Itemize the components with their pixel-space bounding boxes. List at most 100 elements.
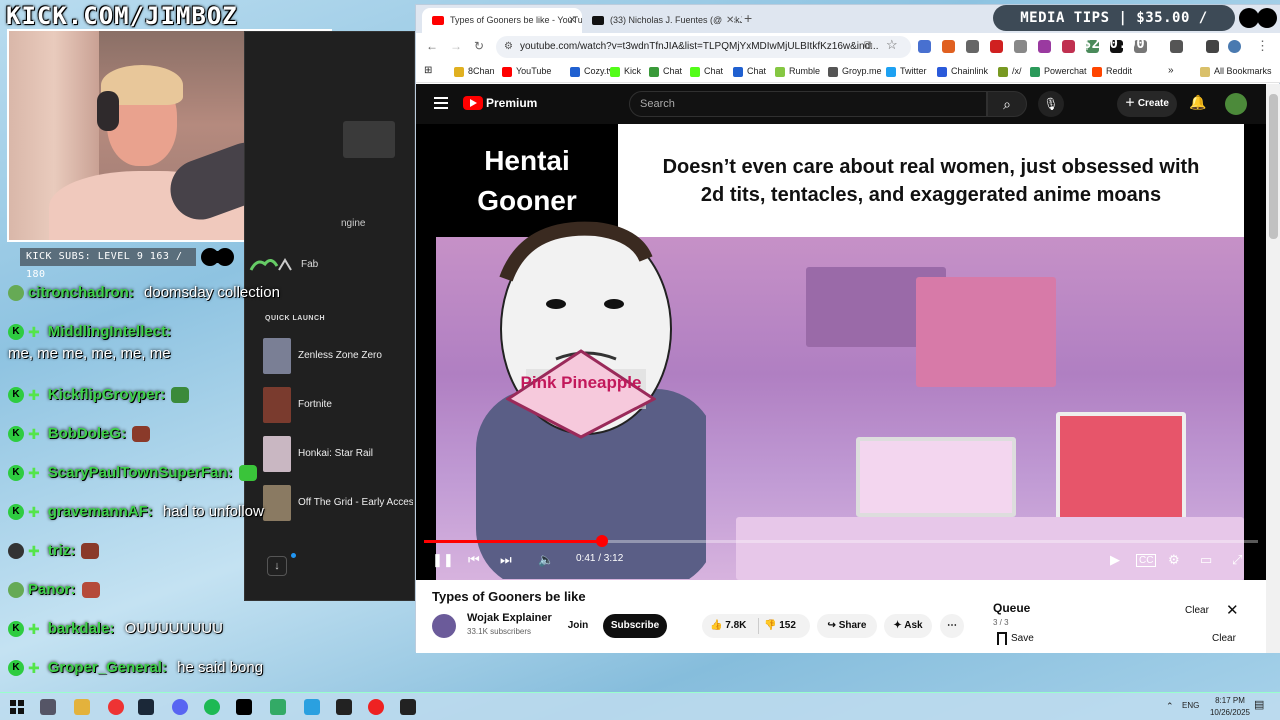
tray-chevron-icon[interactable]: ⌃ [1166,701,1174,712]
chat-username[interactable]: Groper_General: [48,659,167,676]
steam-icon[interactable] [138,699,154,715]
previous-icon[interactable]: ⏮ [468,552,480,568]
pause-icon[interactable]: ❚❚ [432,552,454,568]
bookmark-star-icon[interactable]: ☆ [886,37,898,53]
bookmark-item[interactable]: Chat [649,66,682,77]
scrollbar-thumb[interactable] [1269,94,1278,239]
volume-icon[interactable]: 🔈 [538,552,554,568]
bookmark-item[interactable]: Kick [610,66,641,77]
bookmark-item[interactable]: 8Chan [454,66,495,77]
chat-username[interactable]: MiddlingIntellect: [48,323,171,340]
bookmark-item[interactable]: Powerchat [1030,66,1087,77]
queue-save-button[interactable]: Save [1011,633,1034,644]
close-icon[interactable]: ✕ [1226,601,1239,619]
notifications-bell-icon[interactable]: 🔔 [1189,94,1206,111]
bookmark-item[interactable]: Reddit [1092,66,1132,77]
like-button[interactable]: 👍 7.8K [710,614,746,638]
all-bookmarks[interactable]: All Bookmarks [1200,66,1272,77]
more-bookmarks-icon[interactable]: » [1168,65,1174,76]
settings-gear-icon[interactable]: ⚙ [1168,552,1180,568]
video-player[interactable]: Hentai Gooner Doesn’t even care about re… [416,124,1266,580]
dislike-button[interactable]: 👎 152 [764,614,796,638]
captions-icon[interactable]: CC [1136,554,1157,567]
quick-launch-game[interactable]: Off The Grid - Early Access [263,485,413,521]
extension-icon[interactable] [942,40,955,53]
forward-icon[interactable]: → [450,39,462,53]
chat-username[interactable]: KickflipGroyper: [48,386,166,403]
playlist-icon[interactable] [1206,40,1219,53]
close-tab-icon[interactable]: ✕ [722,8,735,33]
queue-clear-secondary[interactable]: Clear [1212,633,1236,644]
chat-username[interactable]: ScaryPaulTownSuperFan: [48,464,233,481]
start-item-partial[interactable]: ngine [341,218,365,229]
bookmark-item[interactable]: Cozy.tv [570,66,613,77]
voice-search-icon[interactable]: 🎙 [1038,91,1064,117]
progress-bar[interactable] [424,535,1258,547]
join-button[interactable]: Join [560,614,596,638]
hamburger-menu-icon[interactable] [434,97,448,109]
bookmark-item[interactable]: YouTube [502,66,551,77]
telegram-icon[interactable] [304,699,320,715]
back-icon[interactable]: ← [426,39,438,53]
extension-icon[interactable] [966,40,979,53]
create-button[interactable]: ＋ Create [1117,91,1177,117]
bookmark-item[interactable]: Chat [690,66,723,77]
extension-icon[interactable] [1038,40,1051,53]
app-icon[interactable] [236,699,252,715]
windows-start-icon[interactable] [9,699,25,715]
share-button[interactable]: ↪ Share [817,614,877,638]
bookmark-item[interactable]: Twitter [886,66,927,77]
new-tab-icon[interactable]: + [744,10,752,26]
menu-kebab-icon[interactable]: ⋮ [1256,38,1269,54]
youtube-logo-icon[interactable] [463,96,483,110]
extension-icon[interactable] [918,40,931,53]
clock-time[interactable]: 8:17 PM [1210,696,1250,705]
scrollbar[interactable] [1266,84,1280,653]
search-icon[interactable]: ⌕ [987,91,1027,117]
sidebar-icon[interactable] [1170,40,1183,53]
close-tab-icon[interactable]: ✕ [568,8,576,33]
task-view-icon[interactable] [40,699,56,715]
tab-twitter[interactable]: (33) Nicholas J. Fuentes (@NickJFuentes)… [582,8,742,33]
channel-name[interactable]: Wojak Explainer [467,612,552,624]
start-item-fab[interactable]: Fab [301,259,318,270]
bookmark-item[interactable]: Rumble [775,66,820,77]
app-icon[interactable] [270,699,286,715]
fullscreen-icon[interactable]: ⤢ [1232,552,1242,568]
channel-avatar[interactable] [432,614,456,638]
address-bar[interactable]: ⚙ youtube.com/watch?v=t3wdnTfnJIA&list=T… [496,36,911,58]
app-icon[interactable] [336,699,352,715]
ask-button[interactable]: ✦ Ask [884,614,932,638]
theater-mode-icon[interactable]: ▭ [1200,552,1212,568]
download-icon[interactable]: ↓ [267,556,287,576]
bookmark-item[interactable]: /x/ [998,66,1022,77]
subscribe-button[interactable]: Subscribe [603,614,667,638]
chat-username[interactable]: gravemannAF: [48,503,153,520]
avatar[interactable] [1225,93,1247,115]
quick-launch-game[interactable]: Honkai: Star Rail [263,436,413,472]
chat-username[interactable]: barkdale: [48,620,115,637]
chat-username[interactable]: triz: [48,542,76,559]
chat-username[interactable]: BobDoleG: [48,425,126,442]
next-icon[interactable]: ⏭ [500,552,512,568]
start-search-box[interactable] [343,121,395,158]
site-info-icon[interactable]: ⚙ [504,36,513,58]
epic-games-icon[interactable] [400,699,416,715]
app-icon[interactable] [368,699,384,715]
quick-launch-game[interactable]: Fortnite [263,387,413,423]
apps-grid-icon[interactable]: ⊞ [424,65,432,76]
bookmark-item[interactable]: Chat [733,66,766,77]
scrubber-handle[interactable] [596,535,609,547]
file-explorer-icon[interactable] [74,699,90,715]
extension-icon[interactable] [1014,40,1027,53]
extension-icon[interactable] [990,40,1003,53]
profile-avatar[interactable] [1228,40,1241,53]
spotify-icon[interactable] [204,699,220,715]
chat-username[interactable]: citronchadron: [28,284,134,301]
notifications-icon[interactable]: ▤ [1254,698,1264,711]
autoplay-icon[interactable]: ▶ [1110,552,1120,568]
quick-launch-game[interactable]: Zenless Zone Zero [263,338,413,374]
language-indicator[interactable]: ENG [1182,701,1199,710]
bookmark-item[interactable]: Chainlink [937,66,988,77]
install-icon[interactable]: ⧉ [864,38,873,53]
